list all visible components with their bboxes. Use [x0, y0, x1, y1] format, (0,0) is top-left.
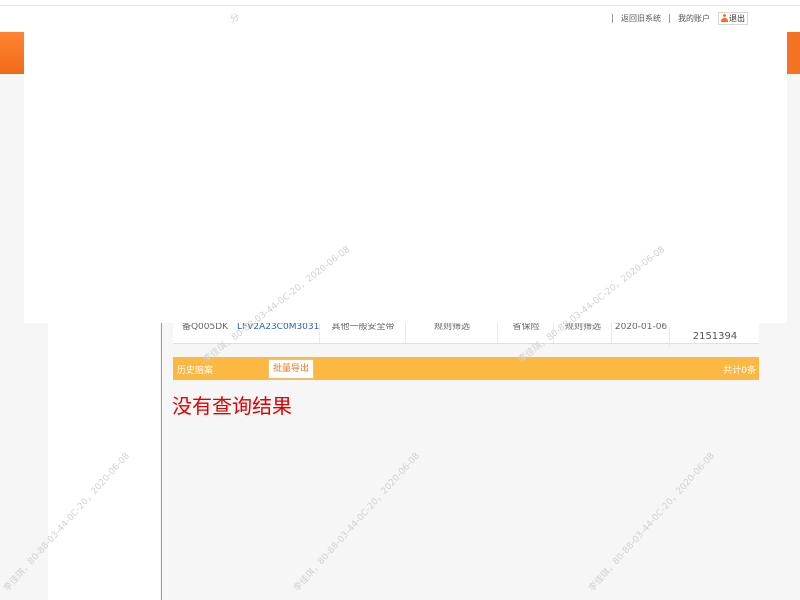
- logout-button[interactable]: 退出: [718, 11, 748, 25]
- link-separator: [669, 13, 670, 23]
- top-rule: [0, 5, 800, 6]
- cell-source: 规则筛选: [405, 323, 498, 343]
- batch-export-button[interactable]: 批量导出: [268, 359, 315, 379]
- user-icon: [721, 14, 728, 22]
- cell-source-2: 规则筛选: [553, 323, 612, 343]
- total-count: 共计0条: [723, 366, 756, 376]
- logout-label: 退出: [729, 13, 745, 23]
- top-bar: 分 返回旧系统 我的账户 退出: [0, 0, 800, 32]
- header-band-edge: [787, 32, 800, 74]
- cell-date: 2020-01-06: [611, 323, 670, 343]
- cell-org: 省保险: [497, 323, 554, 343]
- sidebar-divider: [161, 322, 162, 600]
- watermark: 李佳琪，80-88-03-44-0C-20，2020-06-08: [292, 451, 422, 594]
- my-account-link[interactable]: 我的账户: [678, 13, 710, 24]
- cell-number: 2151394: [669, 327, 760, 347]
- return-old-system-link[interactable]: 返回旧系统: [621, 13, 661, 24]
- blank-overlay-panel: [24, 32, 787, 323]
- watermark: 李佳琪，80-88-03-44-0C-20，2020-06-08: [587, 451, 717, 594]
- top-links: 返回旧系统 我的账户 退出: [612, 11, 748, 25]
- cell-item: 其他一般安全带: [319, 323, 406, 343]
- history-claims-bar: 历史赔案 批量导出 共计0条: [173, 357, 759, 380]
- no-result-message: 没有查询结果: [172, 394, 292, 418]
- history-title: 历史赔案: [177, 366, 214, 376]
- link-separator: [612, 13, 613, 23]
- cell-vin[interactable]: LFV2A23C0M3031033: [237, 323, 319, 343]
- watermark-top: 分: [229, 12, 241, 26]
- cell-plate: 备Q005DK: [181, 323, 229, 332]
- table-row[interactable]: 备Q005DK LFV2A23C0M3031033 其他一般安全带 规则筛选 省…: [173, 323, 760, 347]
